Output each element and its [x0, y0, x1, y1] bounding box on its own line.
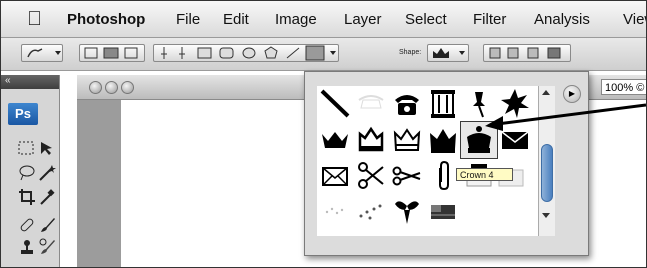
menu-app-name[interactable]: Photoshop: [67, 11, 145, 28]
crop-tool-icon[interactable]: [17, 187, 37, 207]
dots-swoosh-icon: [359, 204, 382, 220]
history-brush-tool-icon[interactable]: [37, 237, 57, 257]
envelope-icon: [322, 167, 348, 186]
menu-edit[interactable]: Edit: [223, 11, 249, 28]
menu-image[interactable]: Image: [275, 11, 317, 28]
menu-layer[interactable]: Layer: [344, 11, 382, 28]
shape-crown-1[interactable]: [317, 122, 353, 158]
move-tool-icon[interactable]: [37, 139, 57, 159]
shape-envelope[interactable]: [317, 158, 353, 194]
telephone-icon: [395, 95, 419, 115]
shape-crown-4[interactable]: [425, 122, 461, 158]
magic-wand-tool-icon[interactable]: [37, 163, 57, 183]
crown-4-icon: [430, 129, 456, 153]
crown-2-icon: [358, 126, 384, 152]
freeform-pen-icon: [27, 48, 61, 58]
fleur-icon: [395, 201, 419, 224]
menu-view[interactable]: View: [623, 11, 646, 28]
shape-tools-icon: [161, 45, 336, 61]
shape-label: Shape:: [399, 49, 422, 56]
document-ruler: [77, 100, 121, 267]
minimize-window-icon[interactable]: [105, 81, 118, 94]
flag-icon: [431, 205, 455, 219]
options-bar: Shape:: [1, 38, 646, 71]
path-ops-icon: [489, 47, 561, 59]
shape-tooltip: Crown 4: [456, 168, 513, 181]
marquee-tool-icon[interactable]: [17, 139, 37, 159]
lasso-tool-icon[interactable]: [17, 163, 37, 183]
shape-flag[interactable]: [425, 194, 461, 230]
scrollbar-thumb[interactable]: [541, 144, 553, 202]
shape-crown-3[interactable]: [389, 122, 425, 158]
clone-stamp-tool-icon[interactable]: [17, 237, 37, 257]
shape-slash-line[interactable]: [317, 86, 353, 122]
menu-analysis[interactable]: Analysis: [534, 11, 590, 28]
crown-icon: [433, 48, 465, 58]
eyedropper-tool-icon[interactable]: [37, 187, 57, 207]
shape-scissors-alt[interactable]: [389, 158, 425, 194]
ghost-phone-icon: [358, 95, 384, 109]
path-operation-buttons[interactable]: [483, 44, 571, 62]
shape-scroll-frame[interactable]: [425, 86, 461, 122]
shape-ghost-phone[interactable]: [353, 86, 389, 122]
close-window-icon[interactable]: [89, 81, 102, 94]
apple-icon[interactable]: : [27, 8, 42, 31]
menu-bar:  Photoshop File Edit Image Layer Select…: [1, 1, 646, 38]
zoom-level[interactable]: 100% ©: [601, 79, 646, 95]
crown-1-icon: [322, 132, 348, 148]
shape-scissors[interactable]: [353, 158, 389, 194]
shape-dots-swoosh[interactable]: [353, 194, 389, 230]
shape-picker-dropdown[interactable]: [427, 44, 469, 62]
shape-crown-2[interactable]: [353, 122, 389, 158]
tools-panel: « Ps: [1, 75, 60, 267]
scroll-down-icon[interactable]: [539, 208, 553, 222]
healing-brush-tool-icon[interactable]: [17, 215, 37, 235]
scissors-alt-icon: [392, 166, 421, 186]
shape-dots[interactable]: [317, 194, 353, 230]
layer-mode-icon: [84, 47, 138, 59]
slash-line-icon: [320, 89, 350, 118]
tool-preset-picker[interactable]: [21, 44, 63, 62]
menu-file[interactable]: File: [176, 11, 200, 28]
zoom-window-icon[interactable]: [121, 81, 134, 94]
scroll-frame-icon: [431, 90, 455, 118]
scissors-icon: [358, 162, 384, 189]
shape-layers-mode-buttons[interactable]: [79, 44, 145, 62]
menu-filter[interactable]: Filter: [473, 11, 506, 28]
annotation-arrow-icon: [485, 103, 646, 131]
shape-fleur[interactable]: [389, 194, 425, 230]
screenshot-frame:  Photoshop File Edit Image Layer Select…: [0, 0, 647, 268]
shape-telephone[interactable]: [389, 86, 425, 122]
photoshop-logo: Ps: [8, 103, 38, 125]
menu-select[interactable]: Select: [405, 11, 447, 28]
crown-3-icon: [393, 128, 421, 151]
dots-icon: [325, 207, 344, 215]
shape-tool-buttons[interactable]: [153, 44, 339, 62]
brush-tool-icon[interactable]: [37, 215, 57, 235]
tools-panel-header[interactable]: «: [1, 75, 59, 89]
